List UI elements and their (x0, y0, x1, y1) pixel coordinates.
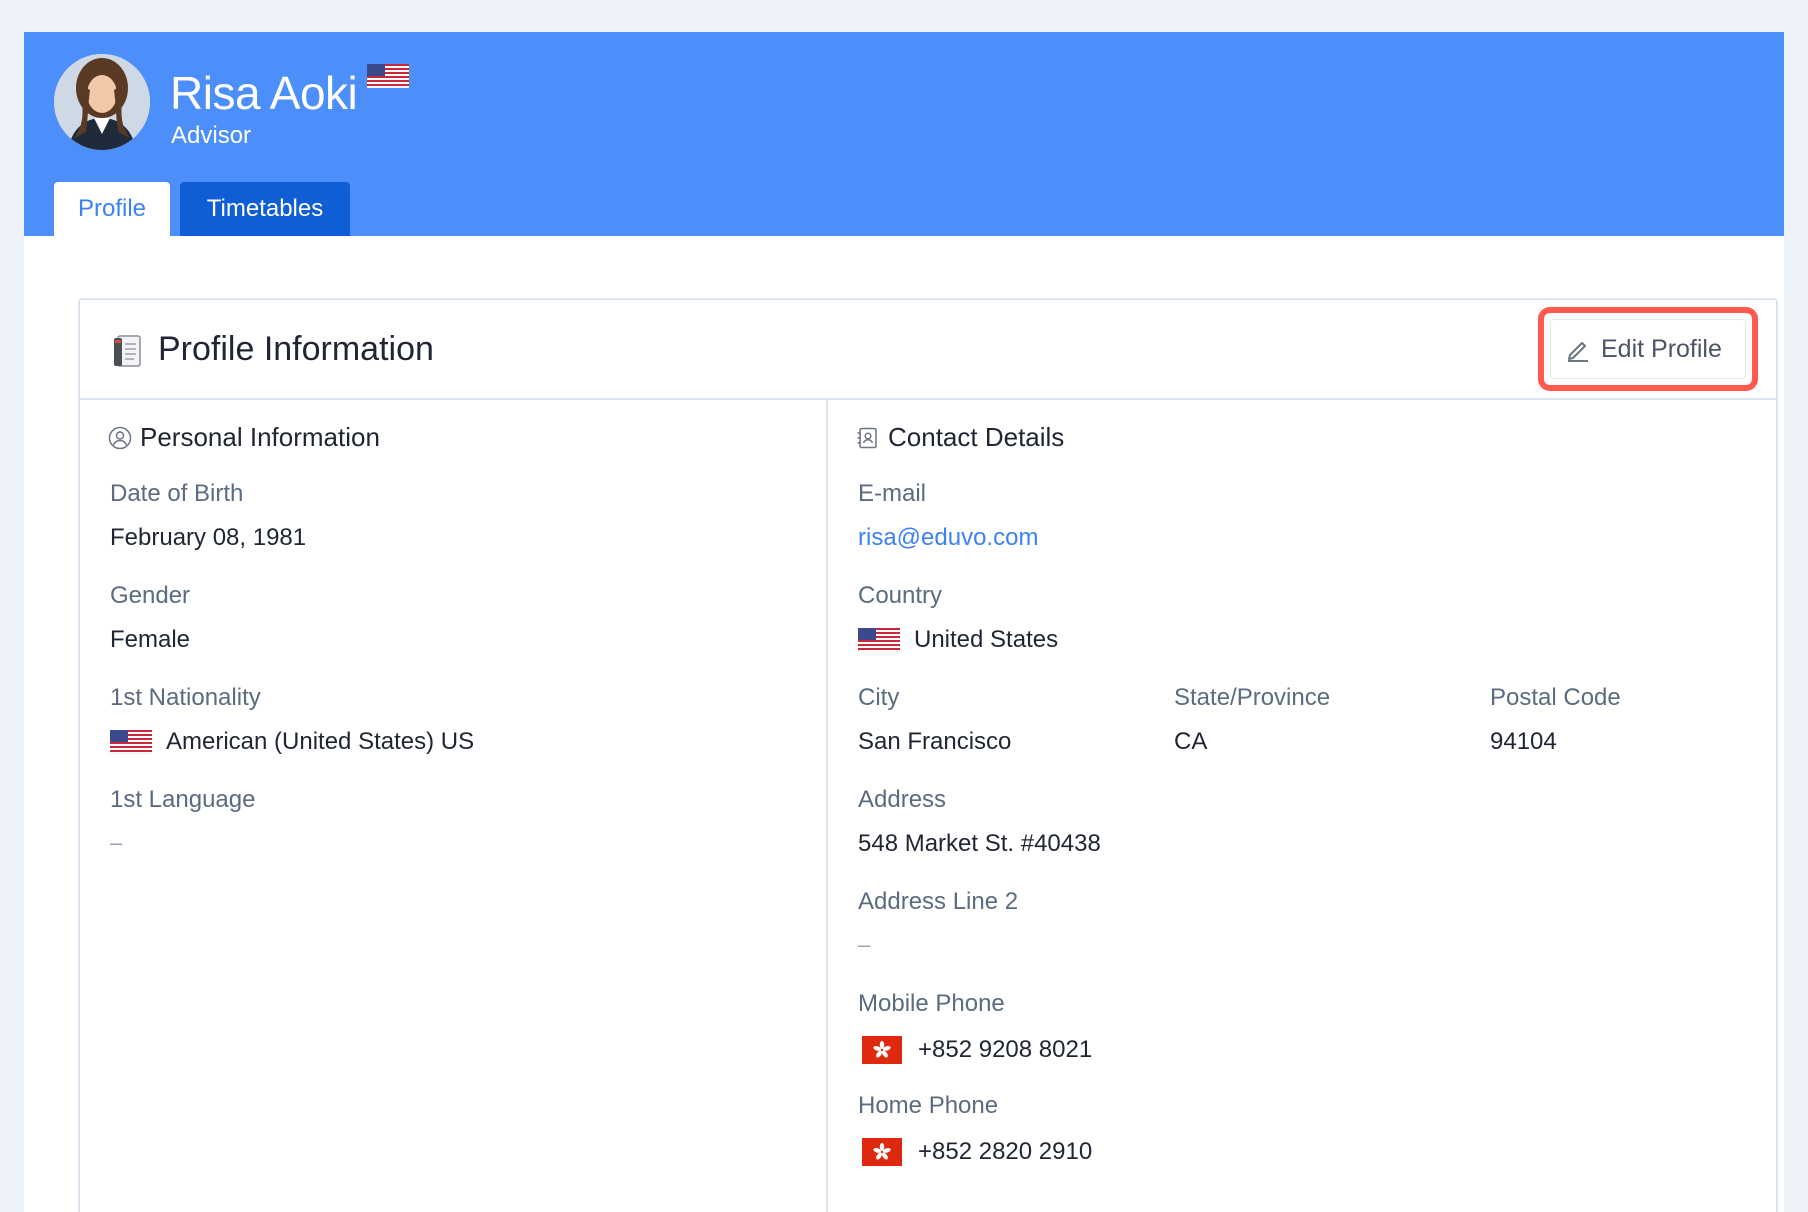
user-circle-icon (108, 426, 132, 449)
gender-value: Female (110, 626, 191, 653)
gender-label: Gender (110, 582, 191, 609)
email-link[interactable]: risa@eduvo.com (858, 524, 1038, 552)
email-label: E-mail (858, 480, 927, 507)
user-role: Advisor (171, 122, 252, 149)
country-value: United States (914, 626, 1059, 653)
address-label: Address (858, 786, 947, 813)
personal-information-title: Personal Information (108, 422, 380, 453)
address-line2-value: – (858, 932, 871, 957)
postal-code-label: Postal Code (1490, 684, 1621, 711)
city-label: City (858, 684, 900, 711)
hong-kong-flag-icon (862, 1138, 902, 1166)
notebook-icon (114, 335, 141, 367)
nationality-value: American (United States) US (166, 728, 475, 755)
city-value: San Francisco (858, 728, 1012, 755)
dob-value: February 08, 1981 (110, 524, 307, 551)
profile-page: Risa Aoki Advisor Profile Timetables Pro… (24, 32, 1784, 1212)
us-flag-icon (367, 64, 409, 88)
tab-profile[interactable]: Profile (54, 182, 170, 236)
card-header: Profile Information Edit Profile (80, 300, 1776, 400)
address-value: 548 Market St. #40438 (858, 830, 1101, 857)
language-label: 1st Language (110, 786, 256, 813)
contact-details-title: Contact Details (856, 422, 1064, 453)
edit-profile-button[interactable]: Edit Profile (1550, 319, 1746, 379)
profile-banner: Risa Aoki Advisor Profile Timetables (24, 32, 1784, 236)
address-book-icon (857, 427, 877, 448)
postal-code-value: 94104 (1490, 728, 1557, 755)
state-label: State/Province (1174, 684, 1331, 711)
column-divider (826, 400, 828, 1212)
avatar (54, 54, 150, 150)
us-flag-icon (110, 730, 152, 754)
dob-label: Date of Birth (110, 480, 244, 507)
contact-details-label: Contact Details (888, 422, 1065, 452)
edit-profile-label: Edit Profile (1601, 334, 1722, 363)
home-phone-label: Home Phone (858, 1092, 999, 1119)
country-label: Country (858, 582, 943, 609)
pencil-icon (1568, 342, 1588, 362)
hong-kong-flag-icon (862, 1036, 902, 1064)
profile-information-card: Profile Information Edit Profile Persona… (78, 298, 1778, 1212)
mobile-phone-value: +852 9208 8021 (918, 1036, 1093, 1063)
user-name: Risa Aoki (170, 67, 358, 119)
state-value: CA (1174, 728, 1208, 755)
us-flag-icon (858, 628, 900, 652)
home-phone-value: +852 2820 2910 (918, 1138, 1093, 1165)
language-value: – (110, 830, 123, 855)
mobile-phone-label: Mobile Phone (858, 990, 1005, 1017)
card-title: Profile Information (158, 330, 434, 368)
address-line2-label: Address Line 2 (858, 888, 1019, 915)
nationality-label: 1st Nationality (110, 684, 261, 711)
personal-information-label: Personal Information (140, 422, 380, 452)
tab-timetables[interactable]: Timetables (180, 182, 350, 236)
